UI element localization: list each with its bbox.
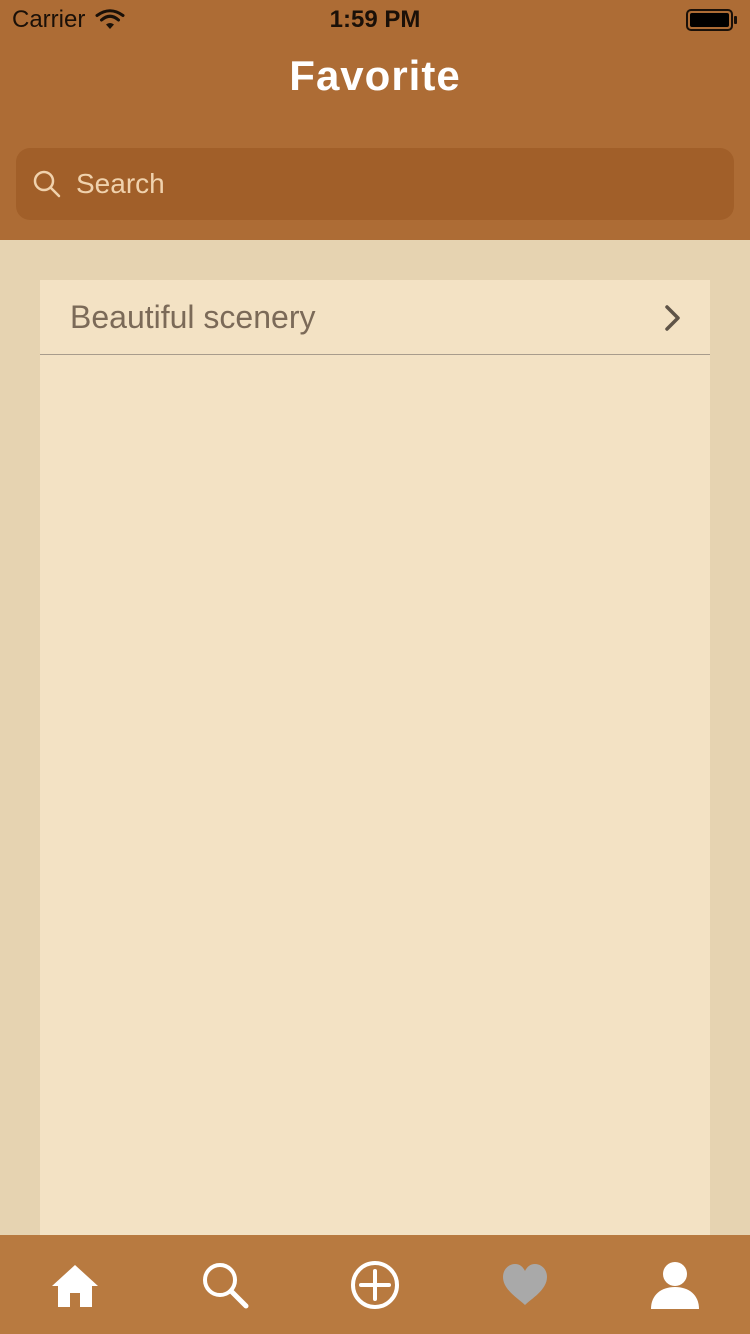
page-title: Favorite [289,52,461,99]
search-icon [203,1262,249,1308]
heart-icon [503,1263,547,1305]
search-input[interactable] [74,167,698,201]
tab-search[interactable] [150,1235,300,1334]
tab-favorite[interactable] [450,1235,600,1334]
favorites-list: Beautiful scenery [40,280,710,1235]
add-circle-icon [351,1260,399,1309]
tab-home[interactable] [0,1235,150,1334]
header: Carrier 1:59 PM Favorite [0,0,750,240]
chevron-right-icon [664,304,682,332]
tab-profile[interactable] [600,1235,750,1334]
status-time: 1:59 PM [329,6,421,33]
search-bar[interactable] [16,148,734,220]
list-item[interactable]: Beautiful scenery [40,280,710,355]
screen: Carrier 1:59 PM Favorite Search Beautifu… [0,0,750,1334]
battery-icon [686,9,738,31]
home-icon [52,1264,98,1307]
search-icon [32,169,62,199]
tab-bar [0,1235,750,1334]
profile-icon [651,1261,699,1309]
list-item-label: Beautiful scenery [70,298,316,335]
status-bar: Carrier 1:59 PM [0,0,750,40]
tab-add[interactable] [300,1235,450,1334]
